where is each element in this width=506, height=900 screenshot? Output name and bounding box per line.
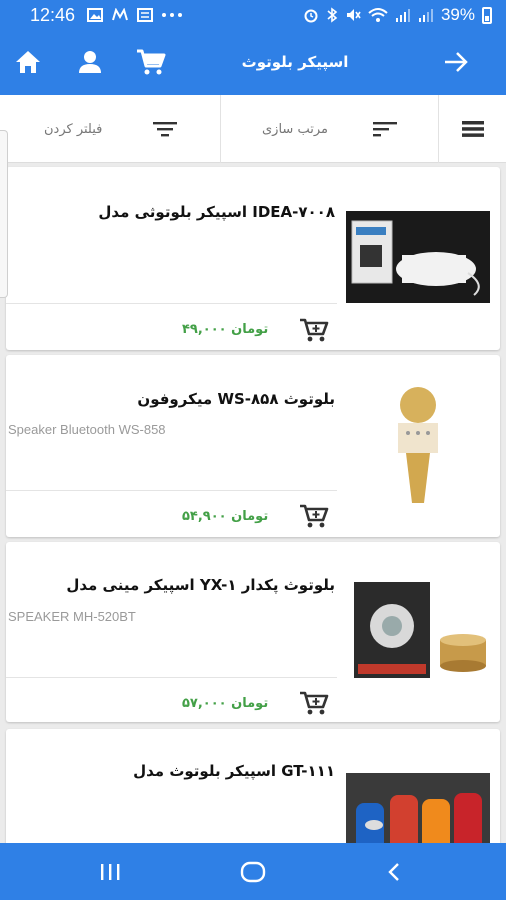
signal-icon bbox=[395, 9, 410, 22]
profile-button[interactable] bbox=[72, 44, 108, 80]
product-price: ۵۴,۹۰۰ تومان bbox=[182, 509, 269, 524]
cart-icon bbox=[137, 49, 166, 75]
product-list: اسپیکر بلوتوثی مدل IDEA-۷۰۰۸ ۴۹,۰۰۰ توما… bbox=[0, 163, 506, 843]
gallery-icon bbox=[87, 8, 104, 22]
app-bar: اسپیکر بلوتوث bbox=[0, 30, 506, 95]
gold-microphone-image bbox=[346, 381, 490, 509]
battery-icon bbox=[482, 6, 492, 24]
add-to-cart-icon[interactable] bbox=[299, 317, 329, 343]
side-drawer-handle[interactable] bbox=[0, 130, 8, 298]
mute-icon bbox=[346, 9, 361, 21]
status-time: 12:46 bbox=[30, 4, 76, 25]
recents-button[interactable] bbox=[90, 858, 130, 886]
notification-icons bbox=[87, 8, 183, 22]
sort-icon bbox=[372, 122, 397, 137]
product-name: میکروفون WS-۸۵۸ بلوتوث bbox=[137, 390, 335, 408]
product-name: اسپیکر بلوتوث مدل GT-۱۱۱ bbox=[133, 762, 335, 780]
recents-icon bbox=[101, 864, 120, 880]
filter-label: فیلتر کردن bbox=[44, 121, 103, 137]
status-bar: 12:46 39% bbox=[0, 0, 506, 30]
card-divider bbox=[6, 303, 337, 304]
wifi-icon bbox=[368, 8, 388, 22]
back-icon bbox=[388, 863, 399, 881]
home-button[interactable] bbox=[10, 44, 46, 80]
product-card[interactable]: اسپیکر بلوتوث مدل GT-۱۱۱ bbox=[6, 729, 500, 843]
product-name: اسپیکر مینی مدل YX-۱ بلوتوث پکدار bbox=[66, 576, 335, 594]
toolbar-divider bbox=[220, 95, 221, 163]
colorful-speakers-image bbox=[346, 773, 490, 843]
cart-button[interactable] bbox=[133, 44, 169, 80]
sort-label: مرتب سازی bbox=[262, 121, 328, 137]
bluetooth-icon bbox=[327, 7, 338, 23]
system-icons: 39% bbox=[303, 5, 492, 25]
m-icon bbox=[112, 8, 129, 21]
system-nav-bar bbox=[0, 843, 506, 900]
filter-icon bbox=[153, 122, 178, 137]
card-divider bbox=[6, 490, 337, 491]
card-divider bbox=[6, 677, 337, 678]
sort-button[interactable]: مرتب سازی bbox=[262, 95, 438, 163]
filter-button[interactable]: فیلتر کردن bbox=[44, 95, 220, 163]
add-to-cart-icon[interactable] bbox=[299, 690, 329, 716]
product-subtitle: SPEAKER MH-520BT bbox=[8, 609, 136, 624]
back-nav-button[interactable] bbox=[374, 858, 414, 886]
home-circle-icon bbox=[240, 861, 266, 883]
list-view-button[interactable] bbox=[439, 95, 506, 163]
back-arrow-button[interactable] bbox=[438, 44, 474, 80]
page-title: اسپیکر بلوتوث bbox=[241, 53, 349, 71]
product-card[interactable]: اسپیکر بلوتوثی مدل IDEA-۷۰۰۸ ۴۹,۰۰۰ توما… bbox=[6, 167, 500, 350]
filter-sort-toolbar: فیلتر کردن مرتب سازی bbox=[0, 95, 506, 163]
back-arrow-icon bbox=[445, 52, 468, 72]
product-card[interactable]: میکروفون WS-۸۵۸ بلوتوث Speaker Bluetooth… bbox=[6, 355, 500, 537]
mini-speaker-image bbox=[346, 568, 490, 696]
home-icon bbox=[16, 51, 40, 73]
product-price: ۴۹,۰۰۰ تومان bbox=[182, 322, 269, 337]
news-icon bbox=[137, 8, 154, 22]
add-to-cart-icon[interactable] bbox=[299, 503, 329, 529]
pill-speaker-image bbox=[346, 211, 490, 303]
home-nav-button[interactable] bbox=[233, 858, 273, 886]
alarm-icon bbox=[304, 9, 318, 23]
list-view-icon bbox=[461, 121, 484, 137]
product-name: اسپیکر بلوتوثی مدل IDEA-۷۰۰۸ bbox=[98, 203, 335, 221]
product-price: ۵۷,۰۰۰ تومان bbox=[182, 696, 269, 711]
signal-icon bbox=[418, 9, 433, 22]
product-card[interactable]: اسپیکر مینی مدل YX-۱ بلوتوث پکدار SPEAKE… bbox=[6, 542, 500, 722]
product-subtitle: Speaker Bluetooth WS-858 bbox=[8, 422, 166, 437]
more-dots-icon bbox=[162, 13, 183, 17]
profile-icon bbox=[79, 51, 101, 73]
battery-percent: 39% bbox=[440, 5, 475, 24]
